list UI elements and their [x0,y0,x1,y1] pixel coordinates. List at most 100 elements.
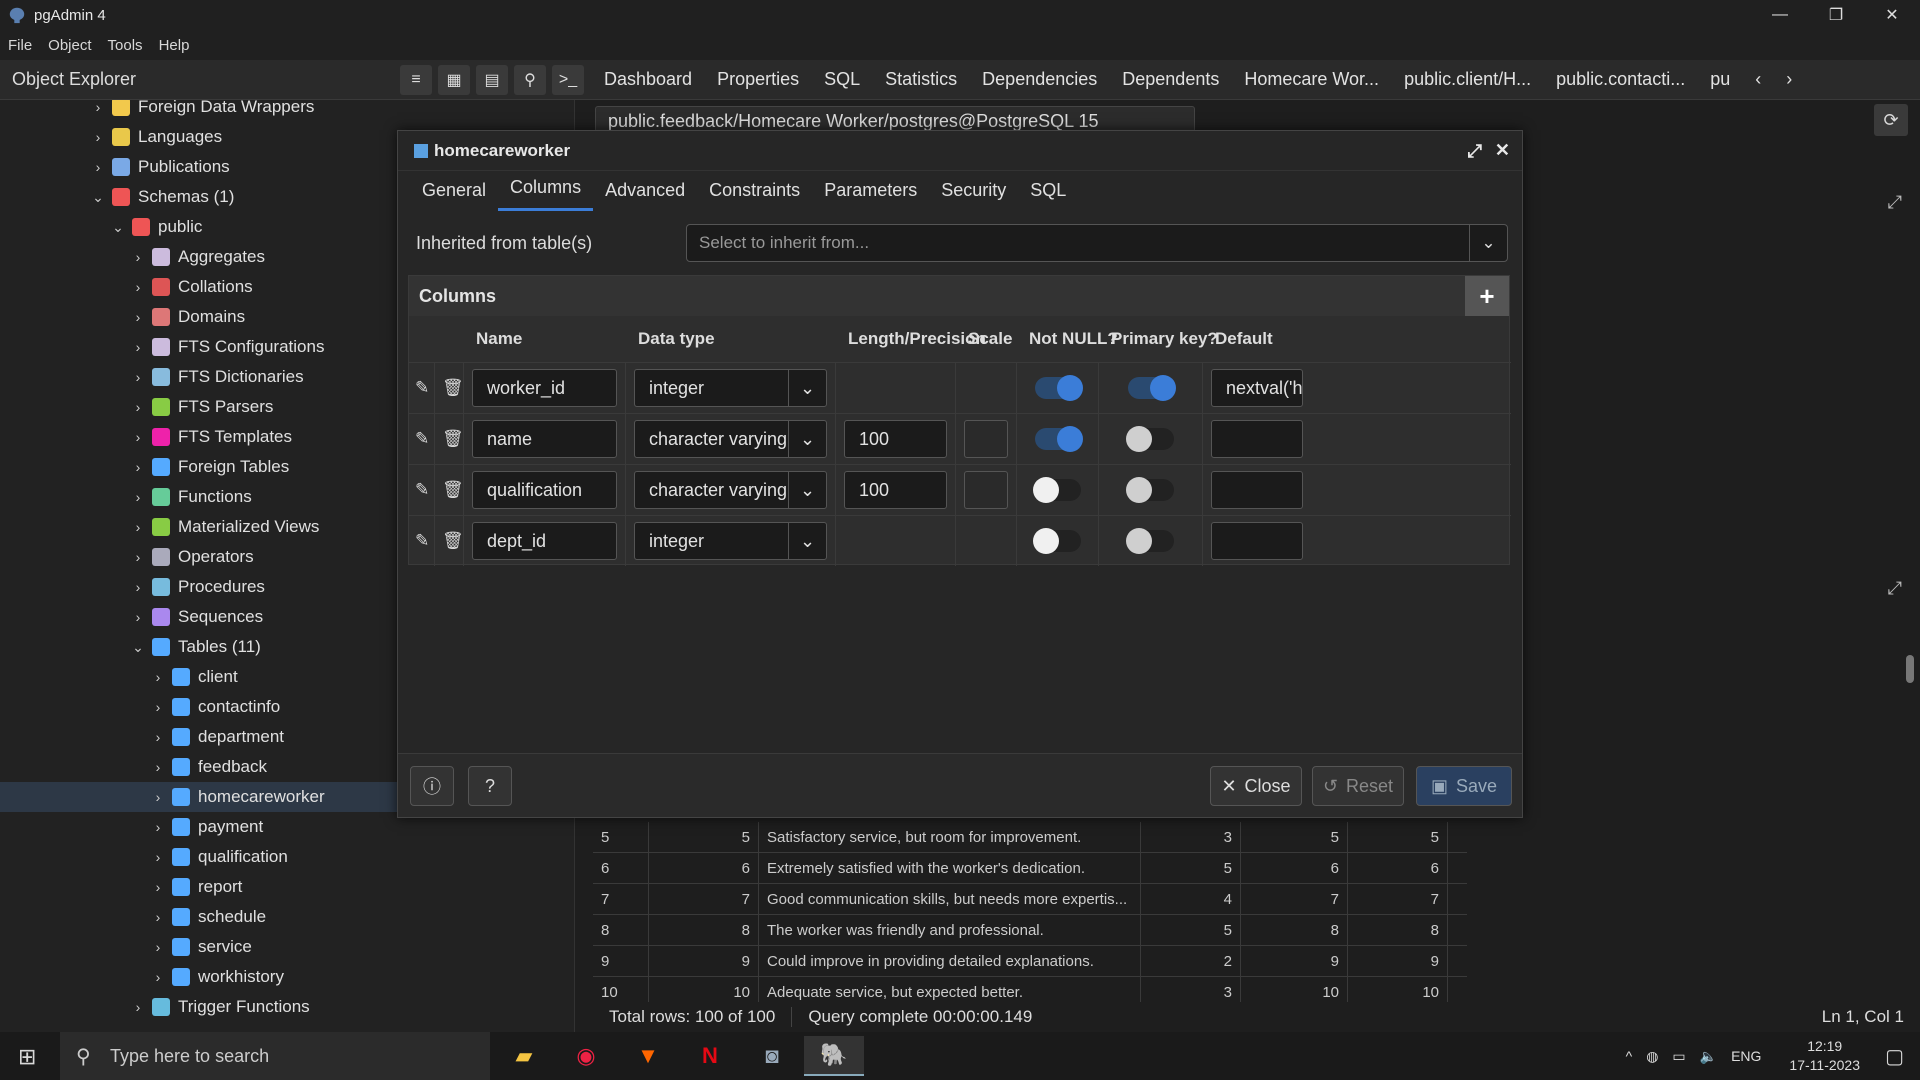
database-icon[interactable]: ≡ [400,64,432,95]
chevron-right-icon[interactable]: › [128,399,148,415]
pgadmin-taskbar-icon[interactable]: 🐘 [804,1036,864,1076]
tree-item-tables-11[interactable]: ⌄ Tables (11) [128,632,261,662]
tree-item-payment[interactable]: › payment [148,812,263,842]
delete-icon[interactable]: 🗑 [442,531,464,551]
table-icon[interactable]: ▦ [438,64,470,95]
tree-item-fts-configurations[interactable]: › FTS Configurations [128,332,324,362]
table-cell[interactable]: 10 [1241,977,1348,1002]
chevron-right-icon[interactable]: › [128,609,148,625]
table-cell[interactable]: 5 [1348,822,1448,852]
table-cell[interactable]: 5 [593,822,649,852]
data-type-select[interactable]: integer ⌄ [634,369,827,407]
not-null-toggle[interactable] [1034,375,1083,401]
chevron-right-icon[interactable]: › [88,159,108,175]
chevron-right-icon[interactable]: › [128,999,148,1015]
table-cell[interactable]: 5 [1141,853,1241,883]
minimize-icon[interactable]: — [1752,0,1808,30]
scale-input[interactable] [964,471,1008,509]
tree-item-workhistory[interactable]: › workhistory [148,962,284,992]
tree-item-schemas-1[interactable]: ⌄ Schemas (1) [88,182,234,212]
menu-tools[interactable]: Tools [108,37,143,54]
table-cell[interactable]: Satisfactory service, but room for impro… [759,822,1141,852]
table-cell[interactable]: 5 [1141,915,1241,945]
chevron-right-icon[interactable]: › [128,459,148,475]
table-cell[interactable]: 7 [593,884,649,914]
tree-item-materialized-views[interactable]: › Materialized Views [128,512,319,542]
edit-icon[interactable]: ✎ [415,378,429,398]
search-icon[interactable]: ⚲ [514,64,546,95]
tab-public-client[interactable]: public.client/H... [1404,69,1531,90]
scale-input[interactable] [964,420,1008,458]
close-window-icon[interactable]: ✕ [1864,0,1920,30]
tree-item-schedule[interactable]: › schedule [148,902,266,932]
chevron-right-icon[interactable]: › [148,729,168,745]
chevron-right-icon[interactable]: › [148,849,168,865]
chevron-right-icon[interactable]: › [148,909,168,925]
column-name-input[interactable]: dept_id [472,522,617,560]
table-cell[interactable]: 8 [649,915,759,945]
table-cell[interactable]: 8 [593,915,649,945]
tree-item-domains[interactable]: › Domains [128,302,245,332]
tree-item-sequences[interactable]: › Sequences [128,602,263,632]
tab-dashboard[interactable]: Dashboard [604,69,692,90]
reset-button[interactable]: ↺ Reset [1312,766,1404,806]
maximize-icon[interactable]: ⤢ [1468,141,1482,162]
chevron-down-icon[interactable]: ⌄ [88,189,108,206]
tree-item-aggregates[interactable]: › Aggregates [128,242,265,272]
tree-item-feedback[interactable]: › feedback [148,752,267,782]
table-cell[interactable]: Could improve in providing detailed expl… [759,946,1141,976]
column-name-input[interactable]: qualification [472,471,617,509]
chevron-right-icon[interactable]: › [128,249,148,265]
table-row[interactable]: 6 6 Extremely satisfied with the worker's … [593,853,1467,884]
table-cell[interactable]: 7 [1348,884,1448,914]
netflix-icon[interactable]: N [680,1036,740,1076]
battery-icon[interactable]: ▭ [1672,1048,1685,1065]
tree-item-service[interactable]: › service [148,932,252,962]
dialog-tab-columns[interactable]: Columns [498,177,594,211]
network-icon[interactable]: ◍ [1646,1048,1658,1065]
table-cell[interactable]: 10 [649,977,759,1002]
table-cell[interactable]: 4 [1141,884,1241,914]
default-input[interactable] [1211,522,1303,560]
not-null-toggle[interactable] [1034,426,1083,452]
edit-icon[interactable]: ✎ [415,429,429,449]
default-input[interactable]: nextval('ho [1211,369,1303,407]
close-dialog-icon[interactable]: ✕ [1495,140,1510,161]
table-cell[interactable]: 9 [1241,946,1348,976]
filter-table-icon[interactable]: ▤ [476,64,508,95]
chevron-down-icon[interactable]: ⌄ [128,639,148,656]
tab-sql[interactable]: SQL [824,69,860,90]
chevron-right-icon[interactable]: › [148,789,168,805]
table-cell[interactable]: 7 [649,884,759,914]
chevron-right-icon[interactable]: › [148,939,168,955]
menu-file[interactable]: File [8,37,32,54]
tray-chevron-icon[interactable]: ^ [1626,1048,1633,1064]
windows-start-icon[interactable]: ⊞ [18,1044,36,1070]
table-cell[interactable]: 7 [1241,884,1348,914]
terminal-icon[interactable]: >_ [552,64,584,95]
table-row[interactable]: 8 8 The worker was friendly and profession… [593,915,1467,946]
expand-icon-2[interactable]: ⤢ [1888,578,1902,599]
tree-item-procedures[interactable]: › Procedures [128,572,265,602]
tree-item-client[interactable]: › client [148,662,238,692]
table-cell[interactable]: 10 [1348,977,1448,1002]
chevron-right-icon[interactable]: › [128,519,148,535]
dialog-tab-constraints[interactable]: Constraints [697,180,812,211]
chevron-right-icon[interactable]: › [148,669,168,685]
chevron-down-icon[interactable]: ⌄ [788,523,826,559]
tree-item-fts-parsers[interactable]: › FTS Parsers [128,392,273,422]
primary-key-toggle[interactable] [1125,477,1174,503]
chevron-right-icon[interactable]: › [148,879,168,895]
tree-item-publications[interactable]: › Publications [88,152,230,182]
tree-item-contactinfo[interactable]: › contactinfo [148,692,280,722]
chevron-right-icon[interactable]: › [148,699,168,715]
tree-item-foreign-data-wrappers[interactable]: › Foreign Data Wrappers [88,100,314,122]
chevron-right-icon[interactable]: › [148,759,168,775]
tree-item-trigger-functions[interactable]: › Trigger Functions [128,992,310,1022]
tree-item-report[interactable]: › report [148,872,242,902]
chevron-down-icon[interactable]: ⌄ [108,219,128,236]
tab-prev-icon[interactable]: ‹ [1755,69,1761,90]
chevron-right-icon[interactable]: › [148,819,168,835]
chevron-down-icon[interactable]: ⌄ [788,472,826,508]
table-cell[interactable]: 5 [1241,822,1348,852]
